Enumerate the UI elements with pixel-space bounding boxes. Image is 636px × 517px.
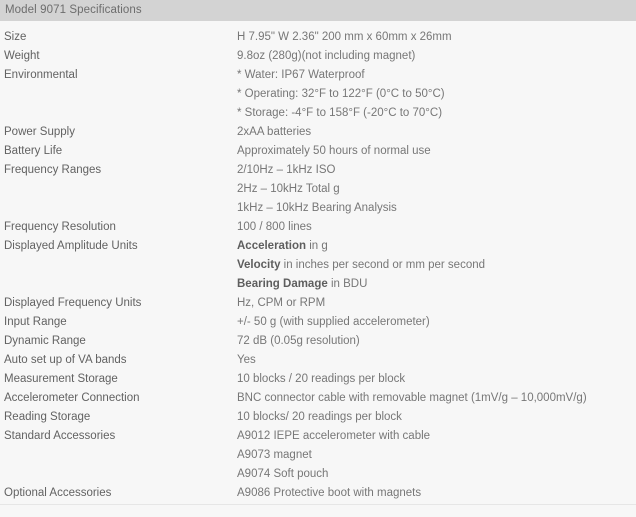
spec-label: Environmental (4, 69, 78, 81)
spec-value-rest: in BDU (327, 278, 368, 290)
table-row: * Storage: -4°F to 158°F (-20°C to 70°C) (0, 104, 636, 123)
spec-value: BNC connector cable with removable magne… (237, 392, 587, 404)
spec-label: Frequency Resolution (4, 221, 116, 233)
table-row: A9074 Soft pouch (0, 465, 636, 484)
table-row: Measurement Storage 10 blocks / 20 readin… (0, 370, 636, 389)
table-row: Accelerometer Connection BNC connector ca… (0, 389, 636, 408)
spec-label: Input Range (4, 316, 67, 328)
spec-value-rest: in g (306, 240, 328, 252)
spec-label: Power Supply (4, 126, 75, 138)
specifications-table: Size H 7.95" W 2.36" 200 mm x 60mm x 26mm… (0, 21, 636, 503)
spec-value: A9073 magnet (237, 449, 312, 461)
page-title: Model 9071 Specifications (5, 4, 142, 16)
table-row: Input Range +/- 50 g (with supplied accel… (0, 313, 636, 332)
spec-value: * Operating: 32°F to 122°F (0°C to 50°C) (237, 88, 445, 100)
spec-value: 72 dB (0.05g resolution) (237, 335, 360, 347)
table-row: 2Hz – 10kHz Total g (0, 180, 636, 199)
spec-label: Optional Accessories (4, 487, 112, 499)
spec-value: 10 blocks / 20 readings per block (237, 373, 406, 385)
spec-value: 1kHz – 10kHz Bearing Analysis (237, 202, 397, 214)
spec-value: 9.8oz (280g)(not including magnet) (237, 50, 416, 62)
spec-value: +/- 50 g (with supplied accelerometer) (237, 316, 430, 328)
spec-value: 2/10Hz – 1kHz ISO (237, 164, 336, 176)
spec-value-emphasis: Bearing Damage (237, 278, 328, 290)
spec-value: Hz, CPM or RPM (237, 297, 326, 309)
spec-label: Reading Storage (4, 411, 91, 423)
panel-footer (0, 505, 636, 517)
spec-value: 10 blocks/ 20 readings per block (237, 411, 402, 423)
spec-value: * Storage: -4°F to 158°F (-20°C to 70°C) (237, 107, 443, 119)
spec-value: 100 / 800 lines (237, 221, 312, 233)
table-row: Velocity in inches per second or mm per … (0, 256, 636, 275)
table-row: Auto set up of VA bands Yes (0, 351, 636, 370)
spec-label: Accelerometer Connection (4, 392, 140, 404)
spec-value: Acceleration in g (237, 237, 636, 256)
spec-value: A9086 Protective boot with magnets (237, 487, 422, 499)
table-row: Size H 7.95" W 2.36" 200 mm x 60mm x 26mm (0, 28, 636, 47)
table-row: Frequency Ranges 2/10Hz – 1kHz ISO (0, 161, 636, 180)
spec-value: Velocity in inches per second or mm per … (237, 256, 636, 275)
table-row: Power Supply 2xAA batteries (0, 123, 636, 142)
spec-label: Weight (4, 50, 40, 62)
spec-label: Measurement Storage (4, 373, 118, 385)
table-row: Dynamic Range 72 dB (0.05g resolution) (0, 332, 636, 351)
table-row: Displayed Amplitude Units Acceleration in… (0, 237, 636, 256)
spec-label: Standard Accessories (4, 430, 116, 442)
spec-value: A9074 Soft pouch (237, 468, 329, 480)
spec-value: 2xAA batteries (237, 126, 312, 138)
table-row: Displayed Frequency Units Hz, CPM or RPM (0, 294, 636, 313)
table-row: 1kHz – 10kHz Bearing Analysis (0, 199, 636, 218)
spec-label: Frequency Ranges (4, 164, 102, 176)
spec-value: H 7.95" W 2.36" 200 mm x 60mm x 26mm (237, 31, 452, 43)
spec-label: Size (4, 31, 27, 43)
spec-value-rest: in inches per second or mm per second (280, 259, 486, 271)
table-row: Environmental * Water: IP67 Waterproof (0, 66, 636, 85)
spec-value: * Water: IP67 Waterproof (237, 69, 365, 81)
spec-label: Dynamic Range (4, 335, 86, 347)
table-row: Weight 9.8oz (280g)(not including magnet) (0, 47, 636, 66)
table-row: Optional Accessories A9086 Protective boo… (0, 484, 636, 503)
table-row: Bearing Damage in BDU (0, 275, 636, 294)
panel-header: Model 9071 Specifications (0, 0, 636, 21)
specifications-panel: Model 9071 Specifications Size H 7.95" W … (0, 0, 636, 517)
table-row: Frequency Resolution 100 / 800 lines (0, 218, 636, 237)
spec-label: Auto set up of VA bands (4, 354, 127, 366)
table-row: Battery Life Approximately 50 hours of no… (0, 142, 636, 161)
spec-value: 2Hz – 10kHz Total g (237, 183, 340, 195)
spec-value: Bearing Damage in BDU (237, 275, 636, 294)
spec-value: A9012 IEPE accelerometer with cable (237, 430, 431, 442)
spec-label: Displayed Frequency Units (4, 297, 142, 309)
spec-label: Battery Life (4, 145, 63, 157)
spec-value: Approximately 50 hours of normal use (237, 145, 431, 157)
table-row: A9073 magnet (0, 446, 636, 465)
spec-value-emphasis: Acceleration (237, 240, 307, 252)
table-row: Standard Accessories A9012 IEPE accelerom… (0, 427, 636, 446)
spec-value-emphasis: Velocity (237, 259, 281, 271)
table-row: Reading Storage 10 blocks/ 20 readings pe… (0, 408, 636, 427)
spec-value: Yes (237, 354, 256, 366)
table-row: * Operating: 32°F to 122°F (0°C to 50°C) (0, 85, 636, 104)
spec-label: Displayed Amplitude Units (4, 240, 138, 252)
